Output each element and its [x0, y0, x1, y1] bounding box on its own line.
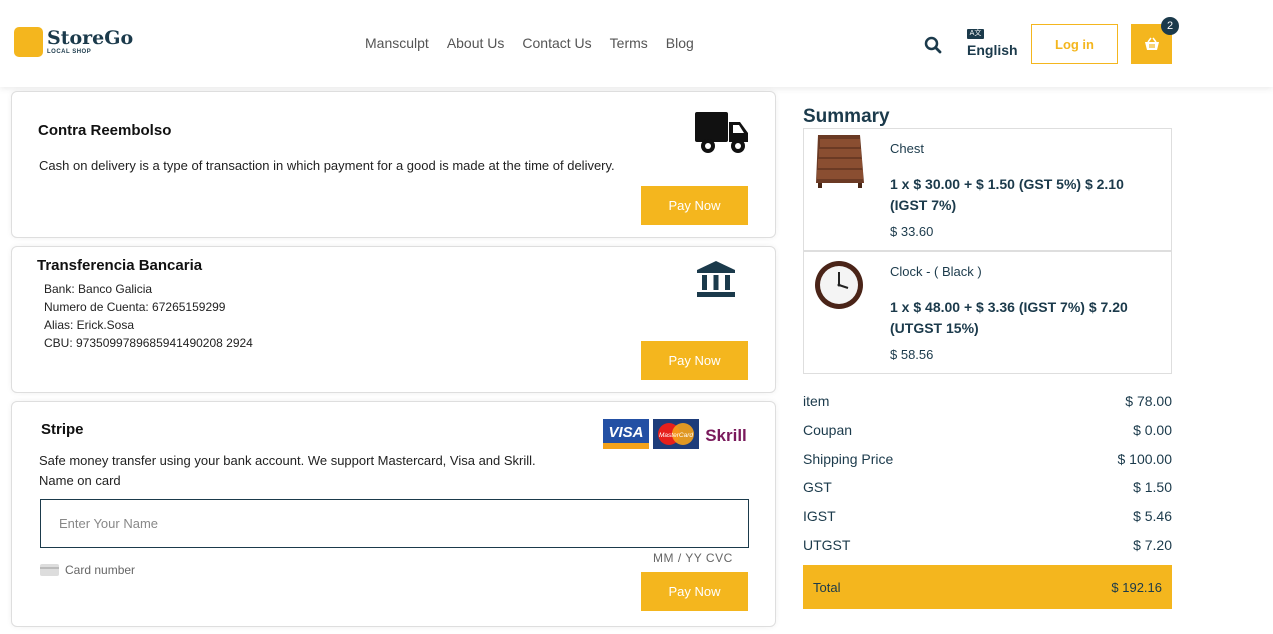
card-number-field[interactable]: Card number	[40, 563, 135, 577]
logo-subtitle: LOCAL SHOP	[47, 49, 92, 55]
logo-mark	[14, 27, 43, 57]
summary-title: Summary	[803, 106, 890, 127]
summary-item: Chest 1 x $ 30.00 + $ 1.50 (GST 5%) $ 2.…	[803, 128, 1172, 251]
account-alias: Alias: Erick.Sosa	[44, 318, 135, 332]
stripe-payment-card: Stripe VISA MasterCard Skrill Safe money…	[11, 401, 776, 627]
stripe-description: Safe money transfer using your bank acco…	[39, 453, 536, 468]
summary-row-value: $ 100.00	[1117, 451, 1173, 467]
cod-title: Contra Reembolso	[38, 122, 172, 139]
nav-mansculpt[interactable]: Mansculpt	[365, 35, 429, 51]
item-name: Chest	[890, 141, 924, 156]
clock-icon	[815, 261, 863, 309]
nav-contact-us[interactable]: Contact Us	[522, 35, 591, 51]
logo-name: StoreGo	[47, 27, 134, 49]
summary-row-igst: IGST $ 5.46	[803, 508, 1172, 524]
nav-about-us[interactable]: About Us	[447, 35, 505, 51]
translate-icon: A文	[967, 29, 984, 39]
bank-details: Bank: Banco Galicia Numero de Cuenta: 67…	[44, 280, 253, 352]
main-nav: Mansculpt About Us Contact Us Terms Blog	[365, 35, 694, 51]
visa-logo: VISA	[608, 424, 643, 441]
name-on-card-label: Name on card	[39, 473, 121, 488]
item-name: Clock - ( Black )	[890, 264, 982, 279]
summary-row-value: $ 1.50	[1133, 479, 1172, 495]
summary-row-value: $ 0.00	[1133, 422, 1172, 438]
nav-terms[interactable]: Terms	[610, 35, 648, 51]
truck-icon	[695, 112, 748, 153]
total-value: $ 192.16	[1111, 579, 1162, 595]
summary-total-bar: Total $ 192.16	[803, 565, 1172, 609]
summary-row-label: item	[803, 393, 830, 409]
bank-title: Transferencia Bancaria	[37, 257, 203, 274]
basket-icon	[1144, 37, 1159, 50]
expiry-cvc-hint[interactable]: MM / YY CVC	[653, 551, 733, 565]
cart-count-badge: 2	[1161, 17, 1179, 35]
summary-row-gst: GST $ 1.50	[803, 479, 1172, 495]
summary-row-label: GST	[803, 479, 832, 495]
summary-row-label: Shipping Price	[803, 451, 894, 467]
bank-name: Bank: Banco Galicia	[44, 282, 153, 296]
cod-pay-now-button[interactable]: Pay Now	[641, 186, 748, 225]
summary-row-label: IGST	[803, 508, 836, 524]
summary-row-label: Coupan	[803, 422, 853, 438]
chest-icon	[816, 135, 864, 188]
summary-row-item: item $ 78.00	[803, 393, 1172, 409]
nav-blog[interactable]: Blog	[666, 35, 694, 51]
language-selector[interactable]: A文 English	[967, 29, 1018, 58]
bank-pay-now-button[interactable]: Pay Now	[641, 341, 748, 380]
summary-row-label: UTGST	[803, 537, 851, 553]
site-header: StoreGo LOCAL SHOP Mansculpt About Us Co…	[0, 0, 1273, 87]
logo[interactable]: StoreGo LOCAL SHOP	[14, 27, 133, 57]
bank-payment-card: Transferencia Bancaria Bank: Banco Galic…	[11, 246, 776, 393]
credit-card-icon	[40, 564, 59, 576]
item-price-calc: 1 x $ 48.00 + $ 3.36 (IGST 7%) $ 7.20 (U…	[890, 299, 1128, 336]
bank-icon	[697, 261, 735, 297]
summary-row-value: $ 5.46	[1133, 508, 1172, 524]
summary-row-coupon: Coupan $ 0.00	[803, 422, 1172, 438]
summary-row-value: $ 78.00	[1125, 393, 1172, 409]
mastercard-logo: MasterCard	[659, 432, 693, 439]
account-number: Numero de Cuenta: 67265159299	[44, 300, 226, 314]
account-cbu: CBU: 9735099789685941490208 2924	[44, 336, 253, 350]
summary-row-value: $ 7.20	[1133, 537, 1172, 553]
item-total: $ 33.60	[890, 224, 934, 239]
skrill-logo: Skrill	[705, 426, 747, 445]
cod-payment-card: Contra Reembolso Cash on delivery is a t…	[11, 91, 776, 238]
name-on-card-input[interactable]	[40, 499, 749, 548]
stripe-pay-now-button[interactable]: Pay Now	[641, 572, 748, 611]
summary-item: Clock - ( Black ) 1 x $ 48.00 + $ 3.36 (…	[803, 251, 1172, 374]
total-label: Total	[813, 579, 841, 595]
summary-row-utgst: UTGST $ 7.20	[803, 537, 1172, 553]
item-price-calc: 1 x $ 30.00 + $ 1.50 (GST 5%) $ 2.10 (IG…	[890, 176, 1124, 213]
summary-row-shipping: Shipping Price $ 100.00	[803, 451, 1172, 467]
search-icon[interactable]	[924, 36, 942, 54]
item-total: $ 58.56	[890, 347, 934, 362]
stripe-title: Stripe	[41, 421, 84, 438]
card-number-placeholder: Card number	[65, 563, 136, 577]
card-brands-logos: VISA MasterCard Skrill	[603, 419, 747, 449]
login-button[interactable]: Log in	[1031, 24, 1118, 64]
cod-description: Cash on delivery is a type of transactio…	[39, 158, 615, 173]
language-label: English	[967, 42, 1018, 58]
